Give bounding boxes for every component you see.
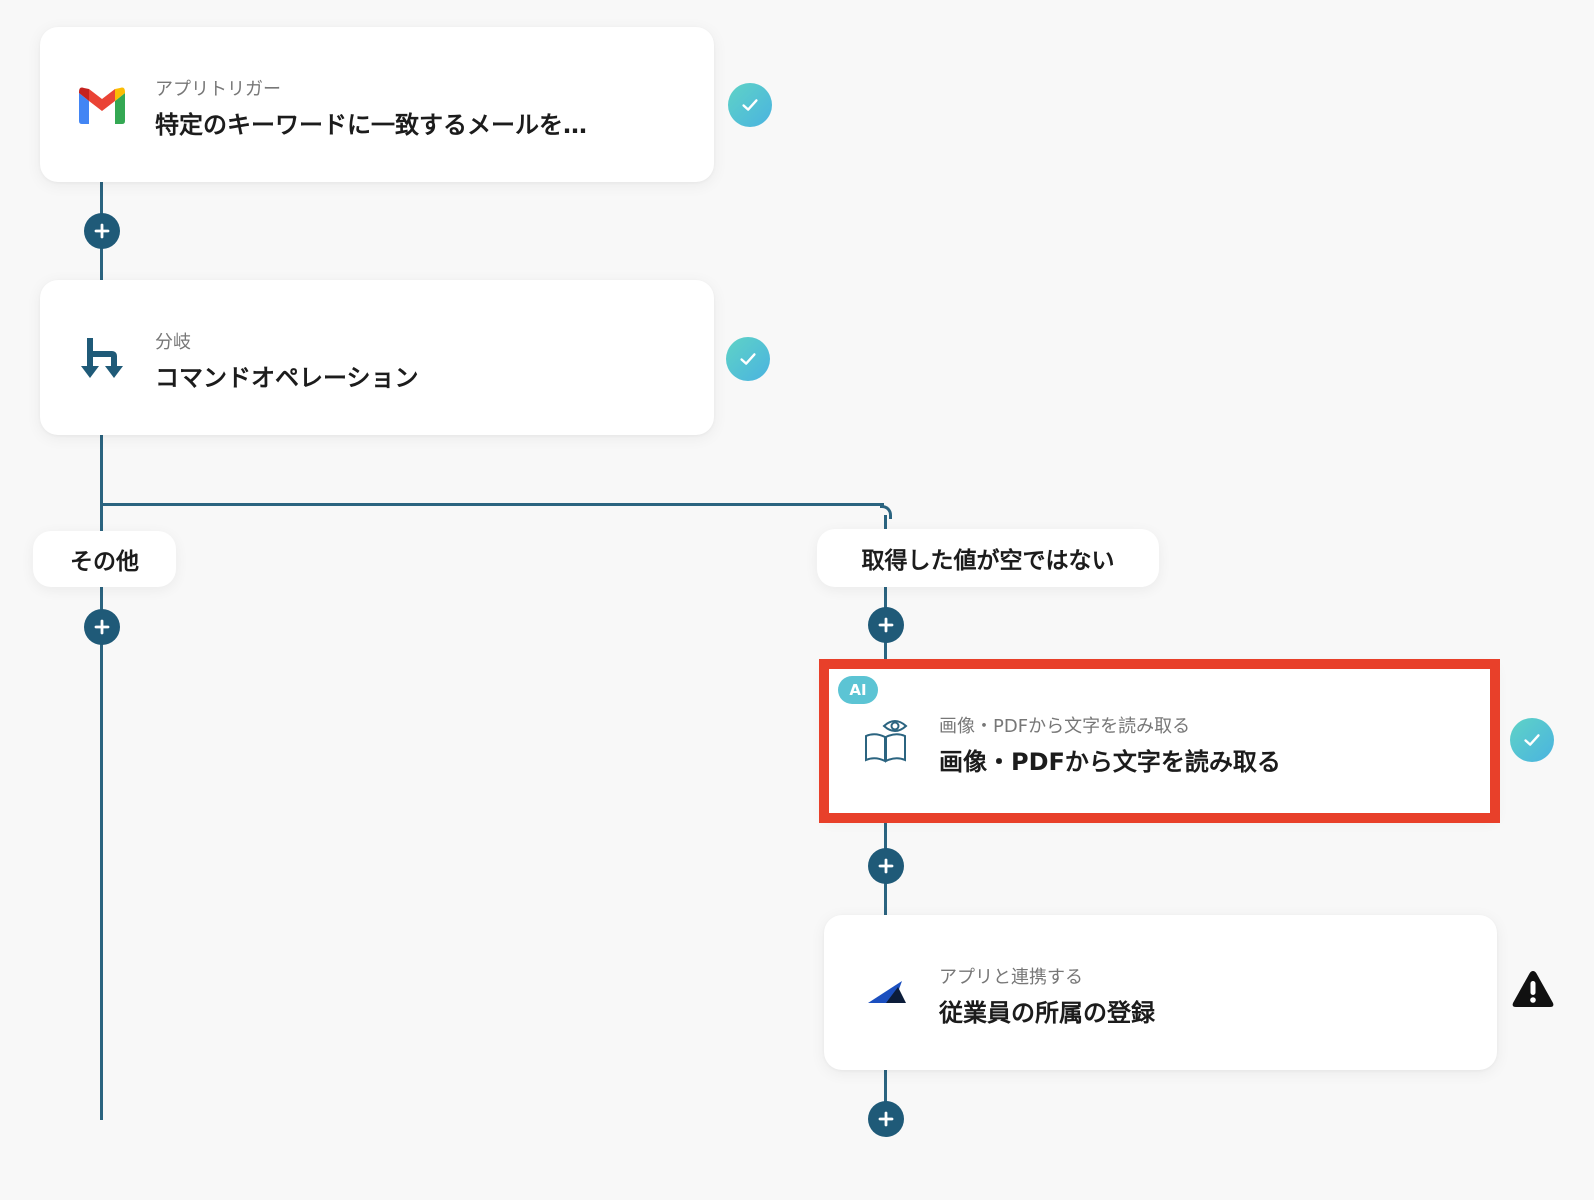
step-title: 従業員の所属の登録	[939, 999, 1155, 1027]
connector-branch-horizontal	[100, 503, 884, 506]
branch-label-other[interactable]: その他	[33, 531, 176, 587]
add-step-button[interactable]	[868, 607, 904, 643]
add-step-button[interactable]	[84, 213, 120, 249]
step-card-trigger[interactable]: アプリトリガー 特定のキーワードに一致するメールを…	[40, 27, 714, 182]
plus-icon	[878, 858, 894, 874]
triangle-logo-icon	[860, 967, 912, 1019]
warning-icon	[1510, 968, 1556, 1010]
step-type-label: アプリトリガー	[155, 79, 281, 100]
step-type-label: アプリと連携する	[939, 967, 1083, 988]
step-type-label: 分岐	[155, 332, 191, 353]
step-card-ocr[interactable]: 画像・PDFから文字を読み取る 画像・PDFから文字を読み取る	[824, 664, 1495, 818]
add-step-button[interactable]	[84, 609, 120, 645]
book-eye-icon	[860, 715, 912, 767]
ai-badge: AI	[838, 676, 878, 704]
check-icon	[726, 337, 770, 381]
plus-icon	[94, 619, 110, 635]
check-icon	[1510, 718, 1554, 762]
add-step-button[interactable]	[868, 848, 904, 884]
step-card-register[interactable]: アプリと連携する 従業員の所属の登録	[824, 915, 1497, 1070]
plus-icon	[878, 1111, 894, 1127]
step-title: 特定のキーワードに一致するメールを…	[155, 111, 587, 139]
gmail-icon	[76, 79, 128, 131]
step-card-branch[interactable]: 分岐 コマンドオペレーション	[40, 280, 714, 435]
step-type-label: 画像・PDFから文字を読み取る	[939, 716, 1191, 737]
check-icon	[728, 83, 772, 127]
step-title: 画像・PDFから文字を読み取る	[939, 748, 1281, 776]
branch-label-not-empty[interactable]: 取得した値が空ではない	[817, 529, 1159, 587]
step-title: コマンドオペレーション	[155, 364, 419, 392]
plus-icon	[878, 617, 894, 633]
add-step-button[interactable]	[868, 1101, 904, 1137]
plus-icon	[94, 223, 110, 239]
branch-icon	[76, 332, 128, 384]
